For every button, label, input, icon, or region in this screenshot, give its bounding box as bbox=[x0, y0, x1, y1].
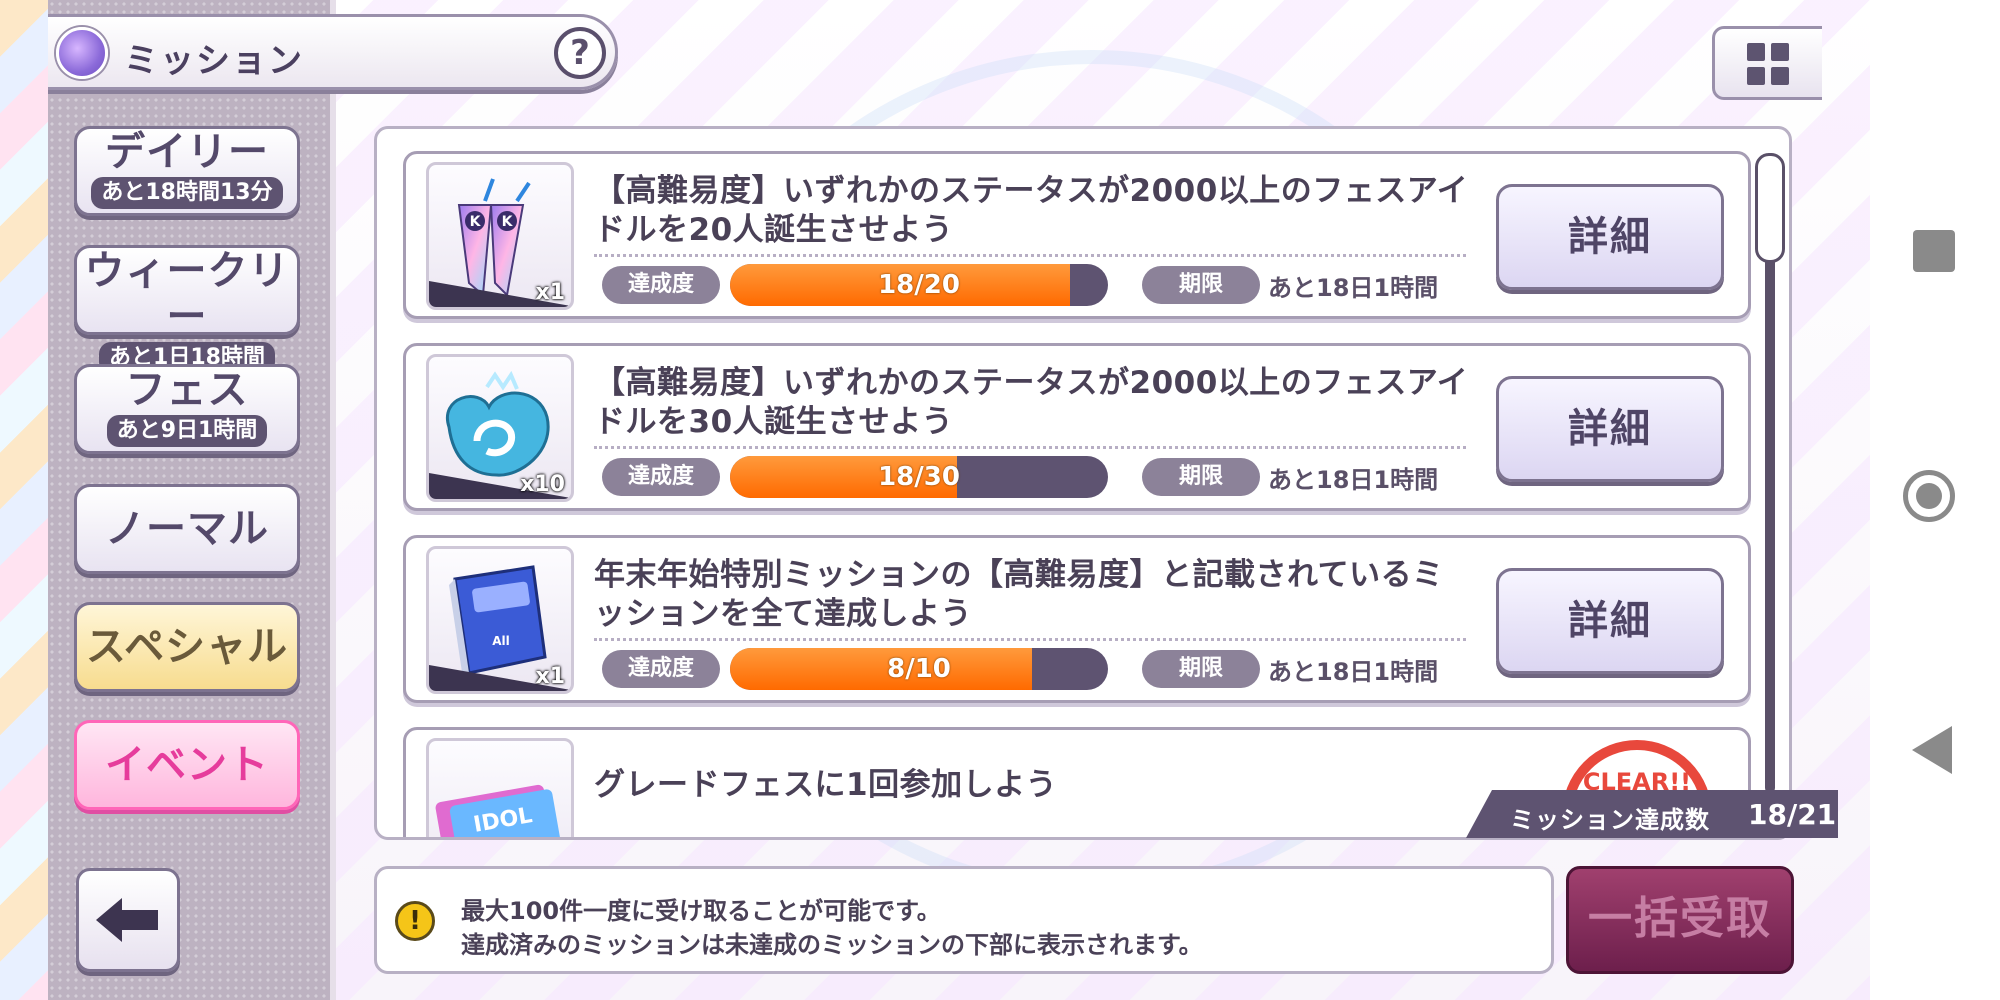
mission-progress-bar: 8/10 bbox=[730, 648, 1108, 690]
back-button[interactable] bbox=[76, 868, 180, 972]
divider bbox=[594, 638, 1466, 641]
mission-card: x10 【高難易度】いずれかのステータスが2000以上のフェスアイドルを30人誕… bbox=[403, 343, 1751, 511]
detail-button[interactable]: 詳細 bbox=[1496, 184, 1724, 290]
home-icon[interactable] bbox=[1903, 470, 1955, 522]
mission-card: All x1 年末年始特別ミッションの【高難易度】と記載されているミッションを全… bbox=[403, 535, 1751, 703]
mission-count-value: 18/21 bbox=[1748, 798, 1837, 831]
help-button[interactable]: ? bbox=[554, 27, 606, 79]
achievement-label: 達成度 bbox=[602, 266, 720, 304]
achievement-label: 達成度 bbox=[602, 458, 720, 496]
reward-thumbnail[interactable]: IDOL bbox=[426, 738, 574, 837]
tab-event[interactable]: イベント bbox=[74, 720, 300, 810]
progress-text: 8/10 bbox=[887, 654, 951, 684]
deadline-label: 期限 bbox=[1142, 458, 1260, 496]
menu-button[interactable] bbox=[1712, 26, 1822, 100]
mission-progress-bar: 18/30 bbox=[730, 456, 1108, 498]
mission-title: 【高難易度】いずれかのステータスが2000以上のフェスアイドルを30人誕生させよ… bbox=[594, 365, 1469, 440]
arrow-left-icon bbox=[96, 898, 158, 942]
mission-count-label: ミッション達成数 bbox=[1510, 806, 1710, 834]
reward-thumbnail[interactable]: K K x1 bbox=[426, 162, 574, 310]
progress-text: 18/30 bbox=[878, 462, 960, 492]
mission-list-panel: K K x1 【高難易度】いずれかのステータスが2000以上のフェスアイドルを2… bbox=[374, 126, 1792, 840]
tab-weekly[interactable]: ウィークリー あと1日18時間 bbox=[74, 245, 300, 374]
mission-title: 年末年始特別ミッションの【高難易度】と記載されているミッションを全て達成しよう bbox=[594, 557, 1444, 632]
reward-thumbnail[interactable]: x10 bbox=[426, 354, 574, 502]
mission-title: グレードフェスに1回参加しよう bbox=[594, 767, 1058, 803]
divider bbox=[594, 446, 1466, 449]
screen-header: ミッション ? bbox=[48, 14, 618, 90]
deadline-value: あと18日1時間 bbox=[1268, 466, 1439, 494]
tab-special-label: スペシャル bbox=[85, 624, 289, 670]
progress-text: 18/20 bbox=[878, 270, 960, 300]
deadline-label: 期限 bbox=[1142, 650, 1260, 688]
deadline-label: 期限 bbox=[1142, 266, 1260, 304]
tab-daily-label: デイリー bbox=[105, 129, 269, 175]
tab-daily[interactable]: デイリー あと18時間13分 bbox=[74, 126, 300, 216]
deadline-value: あと18日1時間 bbox=[1268, 274, 1439, 302]
info-text-2: 達成済みのミッションは未達成のミッションの下部に表示されます。 bbox=[461, 931, 1203, 959]
svg-text:K: K bbox=[502, 214, 514, 230]
mission-category-sidebar: デイリー あと18時間13分 ウィークリー あと1日18時間 フェス あと9日1… bbox=[48, 0, 336, 1000]
tab-weekly-label: ウィークリー bbox=[84, 248, 290, 340]
svg-text:All: All bbox=[492, 634, 510, 648]
deadline-value: あと18日1時間 bbox=[1268, 658, 1439, 686]
back-nav-icon[interactable] bbox=[1912, 726, 1952, 774]
tab-normal[interactable]: ノーマル bbox=[74, 484, 300, 574]
divider bbox=[594, 254, 1466, 257]
idol-ticket-icon: IDOL bbox=[435, 784, 561, 837]
mission-progress-bar: 18/20 bbox=[730, 264, 1108, 306]
reward-quantity: x10 bbox=[520, 472, 565, 497]
mission-emblem-icon bbox=[56, 27, 108, 79]
achievement-label: 達成度 bbox=[602, 650, 720, 688]
mission-title: 【高難易度】いずれかのステータスが2000以上のフェスアイドルを20人誕生させよ… bbox=[594, 173, 1469, 248]
detail-button[interactable]: 詳細 bbox=[1496, 568, 1724, 674]
tab-fes[interactable]: フェス あと9日1時間 bbox=[74, 364, 300, 454]
tab-fes-label: フェス bbox=[125, 367, 249, 413]
exclamation-icon: ! bbox=[395, 901, 435, 941]
info-text-1: 最大100件一度に受け取ることが可能です。 bbox=[461, 897, 941, 925]
info-box: ! 最大100件一度に受け取ることが可能です。 達成済みのミッションは未達成のミ… bbox=[374, 866, 1554, 974]
reward-quantity: x1 bbox=[535, 280, 566, 305]
grid-menu-icon bbox=[1747, 43, 1789, 85]
tab-special[interactable]: スペシャル bbox=[74, 602, 300, 692]
scrollbar-thumb[interactable] bbox=[1755, 153, 1785, 263]
detail-button[interactable]: 詳細 bbox=[1496, 376, 1724, 482]
reward-quantity: x1 bbox=[535, 664, 566, 689]
background-strip bbox=[0, 0, 48, 1000]
tab-daily-remaining: あと18時間13分 bbox=[91, 177, 283, 209]
tab-event-label: イベント bbox=[105, 742, 269, 788]
game-screen: デイリー あと18時間13分 ウィークリー あと1日18時間 フェス あと9日1… bbox=[48, 0, 1870, 1000]
mission-card: K K x1 【高難易度】いずれかのステータスが2000以上のフェスアイドルを2… bbox=[403, 151, 1751, 319]
page-title: ミッション bbox=[124, 41, 304, 81]
svg-text:K: K bbox=[470, 214, 482, 230]
bulk-receive-button[interactable]: 一括受取 bbox=[1566, 866, 1794, 974]
tab-fes-remaining: あと9日1時間 bbox=[106, 415, 268, 447]
tab-normal-label: ノーマル bbox=[105, 506, 269, 552]
recent-apps-icon[interactable] bbox=[1913, 230, 1955, 272]
reward-thumbnail[interactable]: All x1 bbox=[426, 546, 574, 694]
